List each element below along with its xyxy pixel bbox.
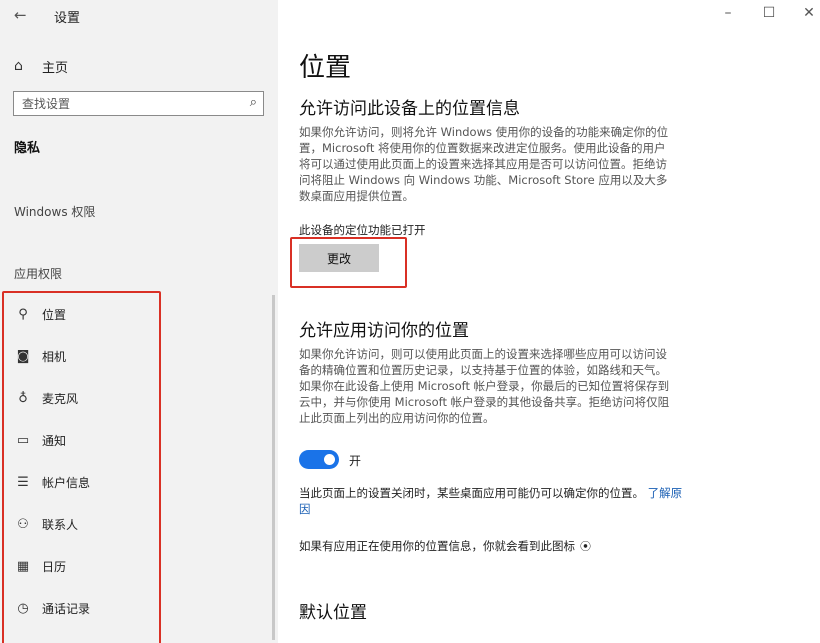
search-input[interactable] — [14, 92, 240, 115]
sidebar: ← 设置 ⌂ 主页 ⌕ 隐私 Windows 权限 应用权限 ⚲ 位置 ◙ 相机… — [0, 0, 278, 643]
device-location-heading: 允许访问此设备上的位置信息 — [299, 99, 520, 119]
device-location-description: 如果你允许访问，则将允许 Windows 使用你的设备的功能来确定你的位置，Mi… — [299, 125, 669, 203]
sidebar-item-label: 联系人 — [42, 517, 79, 532]
maximize-icon[interactable]: ☐ — [760, 5, 778, 21]
sidebar-item-location[interactable]: ⚲ 位置 — [0, 293, 278, 335]
sidebar-scrollbar[interactable] — [272, 295, 275, 640]
sidebar-item-label: 帐户信息 — [42, 475, 91, 490]
sidebar-item-account-info[interactable]: ☰ 帐户信息 — [0, 461, 278, 503]
app-location-heading: 允许应用访问你的位置 — [299, 321, 469, 341]
location-icon: ⚲ — [18, 306, 28, 322]
app-permissions-list: ⚲ 位置 ◙ 相机 ♁ 麦克风 ▭ 通知 ☰ 帐户信息 ⚇ 联系人 ▦ 日历 ◷ — [0, 293, 278, 629]
sidebar-item-label: 麦克风 — [42, 391, 79, 406]
search-icon[interactable]: ⌕ — [250, 95, 257, 110]
sidebar-item-microphone[interactable]: ♁ 麦克风 — [0, 377, 278, 419]
privacy-heading: 隐私 — [14, 141, 41, 156]
sidebar-item-label: 相机 — [42, 349, 67, 364]
page-title: 位置 — [299, 53, 352, 83]
close-icon[interactable]: ✕ — [800, 5, 818, 21]
desktop-apps-note-text: 当此页面上的设置关闭时，某些桌面应用可能仍可以确定你的位置。 — [299, 486, 644, 500]
sidebar-item-contacts[interactable]: ⚇ 联系人 — [0, 503, 278, 545]
call-history-icon: ◷ — [17, 600, 29, 616]
home-icon: ⌂ — [14, 58, 23, 74]
sidebar-item-home[interactable]: ⌂ 主页 — [14, 55, 68, 77]
calendar-icon: ▦ — [16, 558, 30, 574]
contacts-icon: ⚇ — [17, 516, 29, 532]
toggle-knob — [324, 454, 335, 465]
app-title: 设置 — [54, 11, 81, 26]
microphone-icon: ♁ — [18, 390, 28, 406]
main-content: – ☐ ✕ 位置 允许访问此设备上的位置信息 如果你允许访问，则将允许 Wind… — [278, 0, 820, 643]
device-location-status: 此设备的定位功能已打开 — [299, 223, 426, 237]
sidebar-item-calendar[interactable]: ▦ 日历 — [0, 545, 278, 587]
desktop-apps-note: 当此页面上的设置关闭时，某些桌面应用可能仍可以确定你的位置。 了解原因 — [299, 485, 689, 517]
sidebar-item-label: 通知 — [42, 433, 67, 448]
sidebar-item-label: 主页 — [42, 60, 69, 76]
minimize-icon[interactable]: – — [719, 5, 737, 21]
location-icon-note-text: 如果有应用正在使用你的位置信息，你就会看到此图标 — [299, 539, 575, 553]
change-button[interactable]: 更改 — [299, 244, 379, 272]
search-box[interactable]: ⌕ — [13, 91, 264, 116]
notification-icon: ▭ — [16, 432, 30, 448]
app-permissions-heading: 应用权限 — [14, 267, 63, 281]
sidebar-item-notifications[interactable]: ▭ 通知 — [0, 419, 278, 461]
app-location-description: 如果你允许访问，则可以使用此页面上的设置来选择哪些应用可以访问设备的精确位置和位… — [299, 347, 670, 425]
app-location-toggle[interactable] — [299, 450, 339, 469]
account-info-icon: ☰ — [17, 474, 29, 490]
back-arrow-icon[interactable]: ← — [14, 5, 34, 25]
sidebar-item-label: 通话记录 — [42, 601, 91, 616]
default-location-heading: 默认位置 — [299, 603, 367, 623]
sidebar-item-label: 位置 — [42, 307, 67, 322]
sidebar-item-camera[interactable]: ◙ 相机 — [0, 335, 278, 377]
sidebar-item-label: 日历 — [42, 559, 67, 574]
toggle-state-label: 开 — [349, 454, 362, 468]
camera-icon: ◙ — [16, 348, 30, 364]
windows-permissions-heading: Windows 权限 — [14, 205, 96, 219]
location-icon-note: 如果有应用正在使用你的位置信息，你就会看到此图标 ⦿ — [299, 538, 591, 554]
location-in-use-icon: ⦿ — [580, 540, 591, 553]
sidebar-item-call-history[interactable]: ◷ 通话记录 — [0, 587, 278, 629]
